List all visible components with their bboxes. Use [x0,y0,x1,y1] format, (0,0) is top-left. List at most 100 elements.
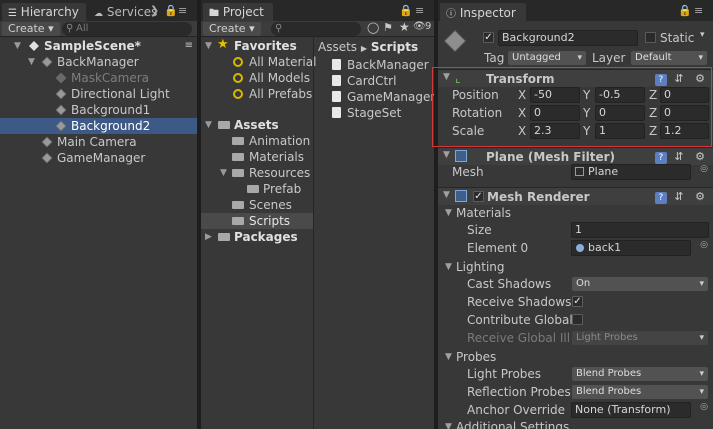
expand-arrow-icon[interactable]: ▼ [443,150,450,160]
breadcrumb-assets[interactable]: Assets [318,40,357,54]
object-picker-icon[interactable]: ◎ [700,164,708,174]
tab-menu-icon[interactable]: ≡ [178,4,190,17]
expand-arrow-icon[interactable]: ▼ [220,165,227,181]
materials-size-field[interactable]: 1 [571,222,709,238]
info-icon: ⓘ [446,9,456,20]
probes-section[interactable]: ▼ Probes [438,349,713,365]
active-checkbox[interactable]: ✓ [483,32,494,43]
contribute-gi-checkbox[interactable] [572,314,583,325]
object-picker-icon[interactable]: ◎ [700,402,708,412]
mesh-renderer-enabled-checkbox[interactable]: ✓ [473,191,484,202]
expand-arrow-icon[interactable]: ▼ [445,349,452,365]
tree-row-main-camera[interactable]: Main Camera [0,134,197,150]
tab-project[interactable]: 🖿 Project [203,3,273,21]
scene-menu-icon[interactable]: ≡ [185,38,193,54]
file-gamemanager[interactable]: GameManager [314,89,434,105]
tree-row-assets[interactable]: ▼ Assets [201,117,313,133]
tab-menu-icon[interactable]: ≡ [415,4,427,17]
lock-icon[interactable]: 🔒 [678,4,695,17]
create-button[interactable]: Create ▾ [203,22,261,36]
help-icon[interactable]: ? [654,152,667,164]
project-search-input[interactable]: ⚲ [271,22,361,36]
hierarchy-search-input[interactable]: ⚲ All [62,22,192,36]
filter-by-label-icon[interactable]: ⚑ [383,21,393,34]
transform-highlight-box [432,67,712,147]
preset-icon[interactable]: ⇵ [674,190,687,203]
expand-arrow-icon[interactable]: ▼ [205,117,212,133]
chevron-down-icon: ▾ [48,22,54,35]
layer-dropdown[interactable]: Default [631,51,707,65]
next-tab-icon[interactable]: ❯ [150,4,162,17]
file-cardctrl[interactable]: CardCtrl [314,73,434,89]
expand-arrow-icon[interactable]: ▼ [445,419,452,429]
mesh-filter-header[interactable]: ▼ Plane (Mesh Filter) ? ⇵ ⚙ [438,147,713,165]
tab-inspector[interactable]: ⓘ Inspector [440,3,526,21]
lighting-section[interactable]: ▼ Lighting [438,259,713,275]
hierarchy-toolbar: Create ▾ ⚲ All [0,21,197,37]
tree-row-packages[interactable]: ▶ Packages [201,229,313,245]
star-icon: ★ [217,37,229,52]
tree-row-gamemanager[interactable]: GameManager [0,150,197,166]
tree-row-backmanager[interactable]: ▼ BackManager [0,54,197,70]
create-button[interactable]: Create ▾ [2,22,60,36]
gear-icon[interactable]: ⚙ [695,150,709,163]
static-checkbox[interactable] [645,32,656,43]
cast-shadows-dropdown[interactable]: On [572,277,708,291]
chevron-down-icon[interactable]: ▾ [700,30,705,40]
scene-row[interactable]: ▼ SampleScene* ≡ [0,38,197,54]
expand-arrow-icon[interactable]: ▼ [445,205,452,221]
tree-row-materials[interactable]: Materials [201,149,313,165]
tab-hierarchy[interactable]: ☰ Hierarchy [2,3,86,21]
mesh-renderer-header[interactable]: ▼ ✓ Mesh Renderer ? ⇵ ⚙ [438,187,713,205]
expand-arrow-icon[interactable]: ▼ [205,38,212,54]
object-name-field[interactable]: Background2 [498,30,638,46]
object-picker-icon[interactable]: ◎ [700,240,708,250]
tree-row-animation[interactable]: Animation [201,133,313,149]
tree-row-favorites[interactable]: ▼ ★ Favorites [201,37,313,54]
gameobject-cube-icon [55,104,67,116]
chevron-down-icon: ▾ [249,22,255,35]
folder-icon [232,169,244,177]
expand-arrow-icon[interactable]: ▼ [28,54,35,70]
favorite-star-icon[interactable]: ★ [399,20,410,34]
tree-row-maskcamera[interactable]: MaskCamera [0,70,197,86]
tree-row-resources[interactable]: ▼ Resources [201,165,313,181]
filter-by-type-icon[interactable]: ◯ [367,21,379,34]
expand-arrow-icon[interactable]: ▼ [14,38,21,54]
file-stageset[interactable]: StageSet [314,105,434,121]
hidden-packages-icon[interactable]: 👁 [413,21,426,32]
reflection-probes-dropdown[interactable]: Blend Probes [572,385,708,399]
breadcrumb: Assets ▶ Scripts [318,39,418,55]
tree-row-fav-all-prefabs[interactable]: All Prefabs [201,86,313,102]
tree-row-directional-light[interactable]: Directional Light [0,86,197,102]
tab-menu-icon[interactable]: ≡ [694,4,706,17]
collapse-arrow-icon[interactable]: ▶ [205,229,212,245]
mesh-object-field[interactable]: Plane [571,164,691,180]
mesh-grid-icon [575,167,584,176]
receive-shadows-label: Receive Shadows [467,295,572,309]
tree-row-fav-all-material[interactable]: All Material [201,54,316,70]
tree-row-prefab[interactable]: Prefab [201,181,313,197]
help-icon[interactable]: ? [654,192,667,204]
csharp-script-icon [332,75,341,86]
tree-row-background2[interactable]: Background2 [0,118,197,134]
gear-icon[interactable]: ⚙ [695,190,709,203]
preset-icon[interactable]: ⇵ [674,150,687,163]
light-probes-dropdown[interactable]: Blend Probes [572,367,708,381]
additional-settings-section[interactable]: ▼ Additional Settings [438,419,713,429]
materials-section[interactable]: ▼ Materials [438,205,713,221]
tree-row-scenes[interactable]: Scenes [201,197,313,213]
tag-dropdown[interactable]: Untagged [508,51,586,65]
tree-row-background1[interactable]: Background1 [0,102,197,118]
file-backmanager[interactable]: BackManager [314,57,434,73]
expand-arrow-icon[interactable]: ▼ [443,190,450,200]
breadcrumb-scripts[interactable]: Scripts [371,40,418,54]
anchor-override-field[interactable]: None (Transform) [571,402,691,418]
lock-icon[interactable]: 🔒 [399,4,416,17]
expand-arrow-icon[interactable]: ▼ [445,259,452,275]
element0-material-field[interactable]: back1 [571,240,691,256]
receive-shadows-checkbox[interactable]: ✓ [572,296,583,307]
mesh-filter-grid-icon [455,150,467,162]
tree-row-scripts[interactable]: Scripts [201,213,313,229]
tree-row-fav-all-models[interactable]: All Models [201,70,313,86]
